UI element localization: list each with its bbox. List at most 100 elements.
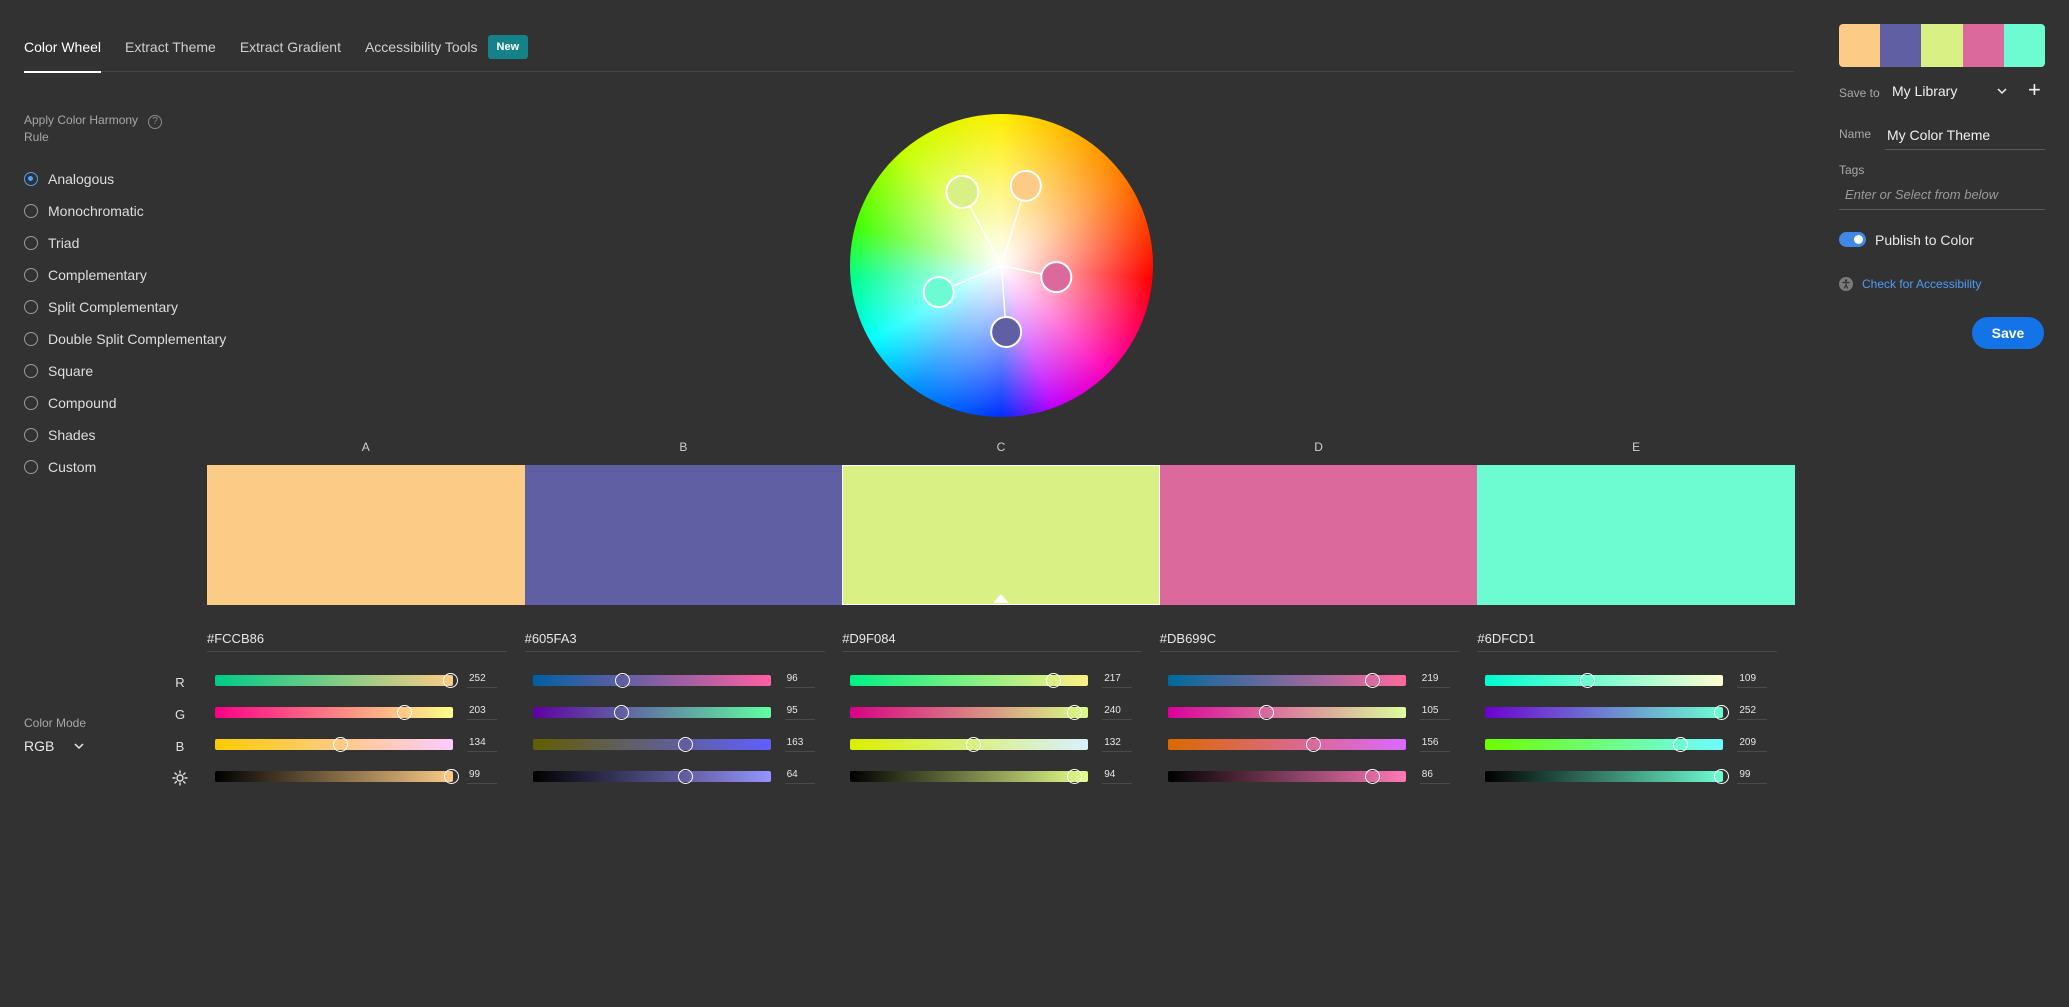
blue-slider-thumb[interactable]: [966, 736, 982, 752]
radio-button[interactable]: [24, 236, 38, 250]
brightness-slider[interactable]: [1485, 768, 1729, 784]
tab-extract-theme[interactable]: Extract Theme: [125, 22, 216, 72]
check-accessibility-link[interactable]: Check for Accessibility: [1862, 277, 1981, 291]
blue-value-input[interactable]: 209: [1737, 736, 1768, 752]
blue-slider[interactable]: [532, 736, 771, 752]
brightness-value-input[interactable]: 99: [467, 768, 497, 784]
swatch-a[interactable]: [207, 465, 525, 605]
radio-button[interactable]: [24, 172, 38, 186]
green-slider[interactable]: [1485, 704, 1729, 720]
harmony-rule-double-split-complementary[interactable]: Double Split Complementary: [24, 323, 226, 355]
swatch-e[interactable]: [1477, 465, 1795, 605]
green-slider-thumb[interactable]: [1258, 704, 1274, 720]
brightness-slider-thumb[interactable]: [1365, 768, 1381, 784]
red-slider-thumb[interactable]: [1580, 672, 1596, 688]
blue-slider-thumb[interactable]: [1673, 736, 1689, 752]
harmony-rule-split-complementary[interactable]: Split Complementary: [24, 291, 226, 323]
hex-input[interactable]: #DB699C: [1159, 630, 1460, 652]
tab-extract-gradient[interactable]: Extract Gradient: [240, 22, 341, 72]
color-mode-select[interactable]: RGB: [24, 738, 84, 754]
brightness-slider-thumb[interactable]: [677, 768, 693, 784]
hex-input[interactable]: #605FA3: [524, 630, 825, 652]
red-value-input[interactable]: 109: [1737, 672, 1768, 688]
red-slider[interactable]: [532, 672, 771, 688]
radio-button[interactable]: [24, 460, 38, 474]
green-value-input[interactable]: 105: [1419, 704, 1450, 720]
red-value-input[interactable]: 219: [1419, 672, 1450, 688]
red-slider-thumb[interactable]: [443, 672, 459, 688]
wheel-marker-b[interactable]: [990, 315, 1023, 348]
green-slider[interactable]: [215, 704, 453, 720]
radio-button[interactable]: [24, 268, 38, 282]
tab-accessibility-tools[interactable]: Accessibility Tools: [365, 22, 478, 72]
red-slider-thumb[interactable]: [1045, 672, 1061, 688]
publish-toggle[interactable]: [1839, 232, 1866, 247]
blue-slider-thumb[interactable]: [333, 736, 349, 752]
blue-slider[interactable]: [850, 736, 1089, 752]
color-wheel[interactable]: [850, 114, 1153, 417]
save-button[interactable]: Save: [1972, 317, 2044, 349]
blue-slider[interactable]: [1167, 736, 1406, 752]
wheel-marker-d[interactable]: [1040, 261, 1073, 294]
wheel-marker-e[interactable]: [922, 276, 955, 309]
blue-slider[interactable]: [1485, 736, 1724, 752]
hex-input[interactable]: #D9F084: [842, 630, 1143, 652]
brightness-slider[interactable]: [532, 768, 771, 784]
green-value-input[interactable]: 95: [784, 704, 815, 720]
blue-value-input[interactable]: 163: [784, 736, 815, 752]
swatch-c[interactable]: [842, 465, 1160, 605]
red-slider[interactable]: [850, 672, 1089, 688]
blue-value-input[interactable]: 132: [1102, 736, 1133, 752]
harmony-rule-triad[interactable]: Triad: [24, 227, 226, 259]
library-select[interactable]: My Library: [1892, 83, 2007, 99]
harmony-rule-analogous[interactable]: Analogous: [24, 163, 226, 195]
brightness-slider-thumb[interactable]: [1713, 768, 1729, 784]
blue-value-input[interactable]: 134: [467, 736, 497, 752]
blue-slider-thumb[interactable]: [677, 736, 693, 752]
tags-input[interactable]: [1839, 180, 2045, 210]
harmony-rule-compound[interactable]: Compound: [24, 387, 226, 419]
green-value-input[interactable]: 203: [467, 704, 497, 720]
green-slider-thumb[interactable]: [614, 704, 630, 720]
red-value-input[interactable]: 96: [784, 672, 815, 688]
red-slider-thumb[interactable]: [615, 672, 631, 688]
plus-icon[interactable]: +: [2028, 79, 2041, 101]
green-slider-thumb[interactable]: [1713, 704, 1729, 720]
wheel-marker-c[interactable]: [945, 174, 980, 209]
radio-button[interactable]: [24, 364, 38, 378]
brightness-value-input[interactable]: 94: [1102, 768, 1133, 784]
brightness-slider-thumb[interactable]: [443, 768, 459, 784]
red-value-input[interactable]: 217: [1102, 672, 1133, 688]
green-slider[interactable]: [850, 704, 1089, 720]
brightness-slider-thumb[interactable]: [1066, 768, 1082, 784]
blue-value-input[interactable]: 156: [1419, 736, 1450, 752]
green-slider-thumb[interactable]: [397, 704, 413, 720]
red-slider[interactable]: [215, 672, 459, 688]
green-value-input[interactable]: 240: [1102, 704, 1133, 720]
harmony-rule-monochromatic[interactable]: Monochromatic: [24, 195, 226, 227]
swatch-b[interactable]: [524, 465, 843, 605]
harmony-rule-square[interactable]: Square: [24, 355, 226, 387]
radio-button[interactable]: [24, 332, 38, 346]
theme-name-input[interactable]: [1885, 120, 2045, 150]
green-slider-thumb[interactable]: [1067, 704, 1083, 720]
radio-button[interactable]: [24, 396, 38, 410]
blue-slider-thumb[interactable]: [1306, 736, 1322, 752]
radio-button[interactable]: [24, 204, 38, 218]
brightness-value-input[interactable]: 99: [1737, 768, 1768, 784]
brightness-value-input[interactable]: 86: [1419, 768, 1450, 784]
swatch-d[interactable]: [1159, 465, 1478, 605]
question-icon[interactable]: ?: [148, 115, 162, 129]
green-value-input[interactable]: 252: [1737, 704, 1768, 720]
red-value-input[interactable]: 252: [467, 672, 497, 688]
harmony-rule-shades[interactable]: Shades: [24, 419, 226, 451]
tab-color-wheel[interactable]: Color Wheel: [24, 22, 102, 73]
brightness-slider[interactable]: [215, 768, 459, 784]
red-slider[interactable]: [1167, 672, 1406, 688]
brightness-value-input[interactable]: 64: [784, 768, 815, 784]
hex-input[interactable]: #6DFCD1: [1477, 630, 1778, 652]
green-slider[interactable]: [1167, 704, 1406, 720]
radio-button[interactable]: [24, 300, 38, 314]
red-slider-thumb[interactable]: [1365, 672, 1381, 688]
wheel-marker-a[interactable]: [1009, 169, 1042, 202]
